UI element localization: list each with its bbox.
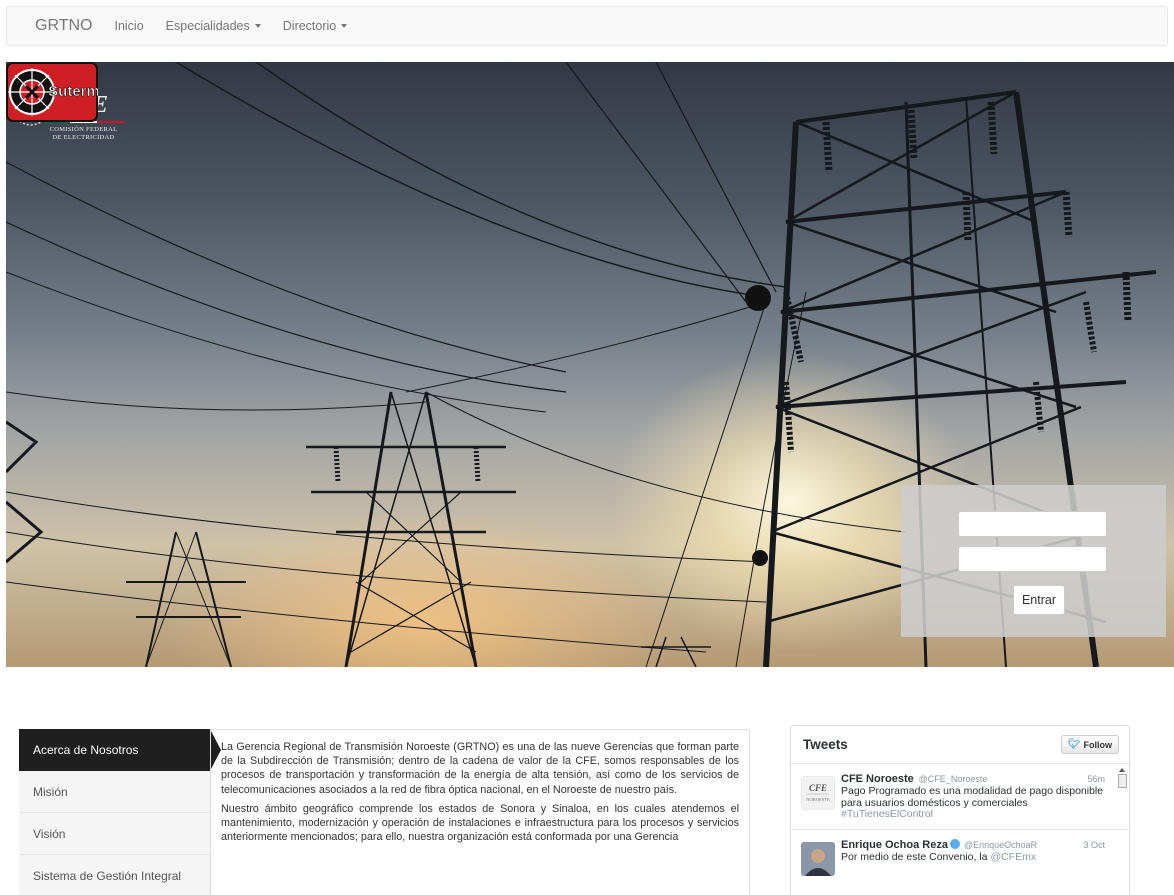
tweet-author-name[interactable]: Enrique Ochoa Reza <box>841 839 948 851</box>
tweet-timestamp[interactable]: 3 Oct <box>1083 840 1105 850</box>
tweet-hashtag[interactable]: #TuTienesElControl <box>841 808 933 820</box>
tweet-item[interactable]: CFE NOROESTE CFE Noroeste @CFE_Noroeste … <box>791 764 1129 830</box>
sidenav-item-label: Sistema de Gestión Integral <box>33 868 182 883</box>
nav-inicio[interactable]: Inicio <box>114 19 143 33</box>
nav-especialidades-dropdown[interactable]: Especialidades <box>166 19 261 33</box>
sidenav-item-label: Misión <box>33 784 68 799</box>
login-submit-button[interactable]: Entrar <box>1013 585 1065 615</box>
follow-label: Follow <box>1083 739 1113 750</box>
about-paragraph: Nuestro ámbito geográfico comprende los … <box>221 802 739 844</box>
password-input[interactable] <box>958 546 1107 572</box>
username-input[interactable] <box>958 511 1107 537</box>
tweet-text: Por medio de este Convenio, la @CFEmx <box>841 851 1109 864</box>
scrollbar-thumb[interactable] <box>1117 774 1127 788</box>
scroll-up-arrow-icon[interactable] <box>1119 768 1125 772</box>
tweets-title: Tweets <box>803 737 848 752</box>
avatar-sub: NOROESTE <box>806 797 830 802</box>
avatar-mark: CFE <box>809 783 827 793</box>
follow-button[interactable]: 🐦︎ Follow <box>1060 735 1119 754</box>
about-paragraph: La Gerencia Regional de Transmisión Noro… <box>221 741 739 796</box>
caret-down-icon <box>341 24 348 28</box>
cfe-noroeste-avatar[interactable]: CFE NOROESTE <box>801 776 835 810</box>
tweet-text: Pago Programado es una modalidad de pago… <box>841 785 1109 821</box>
twitter-timeline-widget: Tweets 🐦︎ Follow CFE NOROESTE CFE Noroest… <box>790 725 1130 895</box>
sidenav-item-acerca[interactable]: Acerca de Nosotros <box>19 729 221 771</box>
tweet-author-name[interactable]: CFE Noroeste <box>841 773 914 785</box>
nav-directorio-label: Directorio <box>282 19 337 33</box>
tweet-author-handle[interactable]: @EnriqueOchoaR <box>964 840 1037 850</box>
enrique-ochoa-avatar[interactable] <box>801 842 835 876</box>
tweet-text-body: Pago Programado es una modalidad de pago… <box>841 785 1104 809</box>
about-sidenav: Acerca de Nosotros Misión Visión Sistema… <box>19 729 221 895</box>
about-content-panel: La Gerencia Regional de Transmisión Noro… <box>210 729 750 895</box>
login-form: Entrar <box>901 485 1166 637</box>
hero-banner: CFE COMISIÓN FEDERAL DE ELECTRICIDAD Sut… <box>6 62 1174 667</box>
top-navbar: GRTNO Inicio Especialidades Directorio <box>6 6 1168 46</box>
sidenav-item-sgi[interactable]: Sistema de Gestión Integral <box>19 855 210 895</box>
brand-link[interactable]: GRTNO <box>35 17 92 35</box>
suterm-logo-text: Suterm <box>48 83 98 100</box>
tweet-author-line: Enrique Ochoa Reza @EnriqueOchoaR <box>841 839 1109 851</box>
nav-directorio-dropdown[interactable]: Directorio <box>283 19 348 33</box>
sidenav-item-vision[interactable]: Visión <box>19 813 210 855</box>
suterm-logo: Suterm <box>6 62 98 122</box>
verified-badge-icon <box>949 839 960 849</box>
tweet-text-body: Por medio de este Convenio, la <box>841 851 988 863</box>
tweet-author-line: CFE Noroeste @CFE_Noroeste <box>841 773 1109 785</box>
tweet-author-handle[interactable]: @CFE_Noroeste <box>919 774 988 784</box>
tweet-timestamp[interactable]: 56m <box>1087 774 1105 784</box>
sidenav-item-label: Visión <box>33 826 66 841</box>
tweets-header: Tweets 🐦︎ Follow <box>791 726 1129 764</box>
sidenav-item-label: Acerca de Nosotros <box>33 743 139 757</box>
sidenav-item-mision[interactable]: Misión <box>19 771 210 813</box>
tweets-scrollbar[interactable] <box>1117 766 1127 895</box>
nav-especialidades-label: Especialidades <box>165 19 250 33</box>
twitter-bird-icon: 🐦︎ <box>1067 739 1081 750</box>
nav-inicio-label: Inicio <box>114 19 144 33</box>
tweet-mention[interactable]: @CFEmx <box>990 851 1036 863</box>
tweet-item[interactable]: Enrique Ochoa Reza @EnriqueOchoaR 3 Oct P… <box>791 830 1129 895</box>
cfe-logo-subtitle-2: DE ELECTRICIDAD <box>52 134 115 141</box>
caret-down-icon <box>254 24 261 28</box>
